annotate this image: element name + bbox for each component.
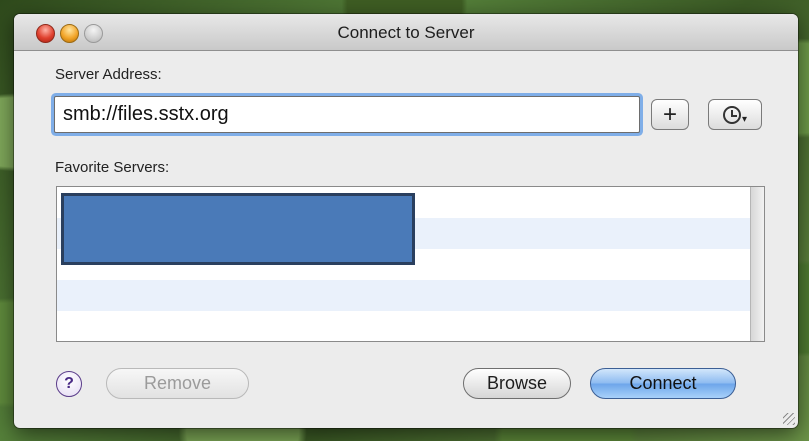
connect-to-server-dialog: Connect to Server Server Address: + ▾ Fa… <box>14 14 798 428</box>
redaction-box <box>61 193 415 265</box>
add-favorite-button[interactable]: + <box>651 99 689 130</box>
window-title: Connect to Server <box>337 23 475 42</box>
chevron-down-icon: ▾ <box>741 114 748 125</box>
help-button[interactable]: ? <box>56 371 82 397</box>
list-item[interactable] <box>57 280 750 311</box>
recent-servers-button[interactable]: ▾ <box>708 99 762 130</box>
favorite-servers-list[interactable] <box>56 186 765 342</box>
server-address-input[interactable] <box>54 96 640 133</box>
vertical-scrollbar[interactable] <box>750 187 764 341</box>
title-bar: Connect to Server <box>14 14 798 51</box>
clock-icon <box>722 105 741 124</box>
resize-grip[interactable] <box>783 413 795 425</box>
browse-button[interactable]: Browse <box>463 368 571 399</box>
remove-button[interactable]: Remove <box>106 368 249 399</box>
connect-button[interactable]: Connect <box>590 368 736 399</box>
server-address-label: Server Address: <box>55 66 162 83</box>
favorite-servers-label: Favorite Servers: <box>55 159 170 176</box>
list-item[interactable] <box>57 311 750 341</box>
